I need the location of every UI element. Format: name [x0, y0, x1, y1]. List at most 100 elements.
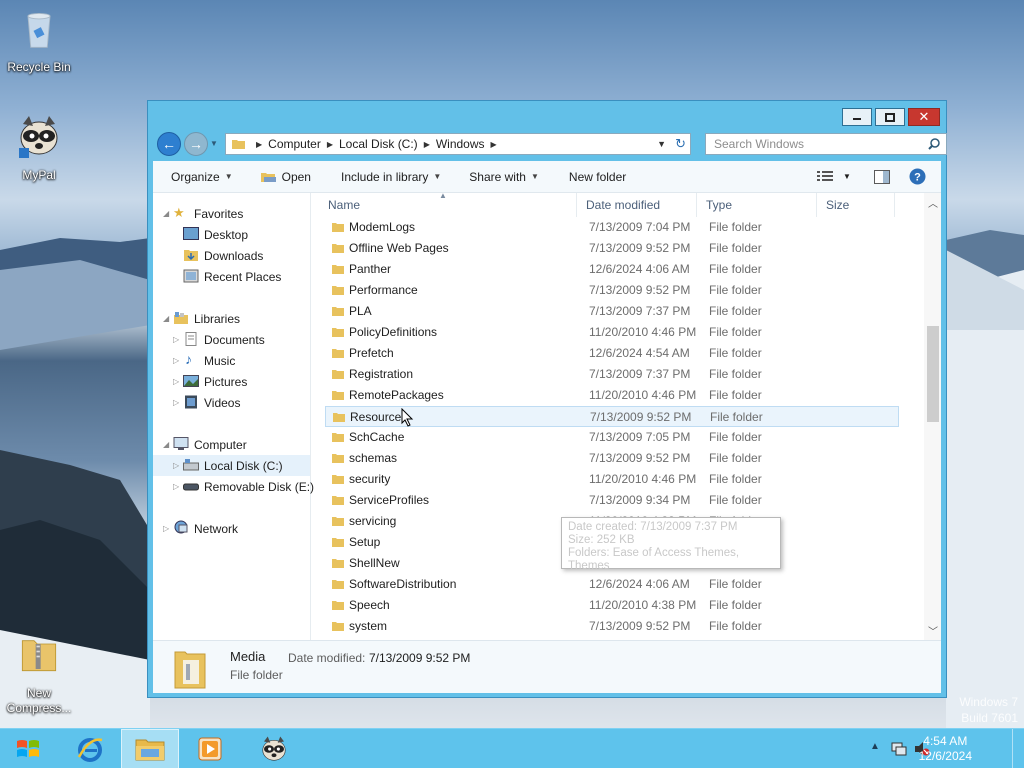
file-name: Registration: [349, 367, 414, 381]
preview-pane-icon[interactable]: [874, 170, 890, 184]
nav-network[interactable]: ▷ Network: [153, 518, 310, 539]
show-hidden-icons-icon[interactable]: ▲: [870, 741, 880, 752]
folder-icon: [332, 496, 344, 505]
file-name: SoftwareDistribution: [349, 577, 457, 591]
column-type-label: Type: [706, 198, 733, 212]
column-header-date-modified[interactable]: Date modified: [577, 193, 697, 217]
new-folder-button[interactable]: New folder: [569, 170, 626, 184]
taskbar-media-player[interactable]: [181, 729, 239, 768]
file-row[interactable]: SoftwareDistribution 12/6/2024 4:06 AM Fil…: [325, 574, 899, 595]
nav-libraries[interactable]: ◢ Libraries: [153, 308, 310, 329]
file-row[interactable]: system 7/13/2009 9:52 PM File folder: [325, 616, 899, 637]
recent-pages-dropdown[interactable]: ▼: [210, 139, 218, 148]
file-type: File folder: [709, 283, 762, 297]
folder-icon: [332, 244, 344, 253]
nav-computer[interactable]: ◢ Computer: [153, 434, 310, 455]
breadcrumb-computer[interactable]: Computer: [268, 137, 321, 151]
scrollbar-thumb[interactable]: [927, 326, 939, 422]
taskbar-windows-explorer[interactable]: [121, 729, 179, 768]
nav-downloads[interactable]: Downloads: [153, 245, 310, 266]
new-compressed-folder-desktop-icon[interactable]: New Compress...: [1, 630, 77, 716]
file-row[interactable]: ModemLogs 7/13/2009 7:04 PM File folder: [325, 217, 899, 238]
nav-music[interactable]: ▷ ♪ Music: [153, 350, 310, 371]
file-date-modified: 7/13/2009 9:52 PM: [589, 619, 691, 633]
file-row[interactable]: Performance 7/13/2009 9:52 PM File folder: [325, 280, 899, 301]
network-icon: [174, 520, 188, 534]
file-row[interactable]: RemotePackages 11/20/2010 4:46 PM File fol…: [325, 385, 899, 406]
file-row[interactable]: Offline Web Pages 7/13/2009 9:52 PM File f…: [325, 238, 899, 259]
file-date-modified: 7/13/2009 9:52 PM: [589, 451, 691, 465]
file-name: ModemLogs: [349, 220, 416, 234]
show-desktop-button[interactable]: [1012, 729, 1024, 768]
file-date-modified: 11/20/2010 4:46 PM: [589, 472, 697, 486]
forward-arrow-icon: →: [189, 136, 203, 152]
organize-button[interactable]: Organize ▼: [171, 170, 233, 184]
nav-documents[interactable]: ▷ Documents: [153, 329, 310, 350]
breadcrumb-windows[interactable]: Windows: [436, 137, 485, 151]
folder-icon: [332, 370, 344, 379]
network-status-icon[interactable]: [891, 741, 907, 757]
search-input[interactable]: Search Windows: [705, 133, 947, 155]
nav-recent-places[interactable]: Recent Places: [153, 266, 310, 287]
file-row[interactable]: PLA 7/13/2009 7:37 PM File folder: [325, 301, 899, 322]
system-clock[interactable]: 4:54 AM 12/6/2024: [919, 734, 972, 764]
nav-local-disk[interactable]: ▷ Local Disk (C:): [153, 455, 310, 476]
forward-button[interactable]: →: [184, 132, 208, 156]
raccoon-mypal-icon: [19, 116, 58, 158]
start-button[interactable]: [0, 729, 56, 768]
nav-favorites[interactable]: ◢ ★ Favorites: [153, 203, 310, 224]
address-dropdown-icon[interactable]: ▼: [657, 139, 666, 149]
file-row[interactable]: ServiceProfiles 7/13/2009 9:34 PM File fol…: [325, 490, 899, 511]
file-row[interactable]: Prefetch 12/6/2024 4:54 AM File folder: [325, 343, 899, 364]
file-row[interactable]: PolicyDefinitions 11/20/2010 4:46 PM File …: [325, 322, 899, 343]
taskbar-mypal[interactable]: [245, 729, 303, 768]
nav-pictures[interactable]: ▷ Pictures: [153, 371, 310, 392]
scroll-down-icon[interactable]: ﹀: [928, 623, 938, 638]
taskbar-internet-explorer[interactable]: [61, 729, 119, 768]
file-row[interactable]: Speech 11/20/2010 4:38 PM File folder: [325, 595, 899, 616]
file-row[interactable]: Registration 7/13/2009 7:37 PM File folder: [325, 364, 899, 385]
folder-icon: [332, 433, 344, 442]
column-header-name[interactable]: Name ▲: [319, 191, 577, 217]
address-bar[interactable]: ▶ Computer ▶ Local Disk (C:) ▶ Windows ▶…: [225, 133, 691, 155]
close-button[interactable]: ✕: [908, 108, 940, 126]
mypal-desktop-icon[interactable]: MyPal: [1, 112, 77, 183]
back-button[interactable]: ←: [157, 132, 181, 156]
file-date-modified: 7/13/2009 7:04 PM: [589, 220, 691, 234]
nav-videos-label: Videos: [204, 395, 241, 410]
nav-removable-disk[interactable]: ▷ Removable Disk (E:): [153, 476, 314, 497]
zip-folder-icon: [21, 640, 57, 672]
recycle-bin-desktop-icon[interactable]: Recycle Bin: [1, 6, 77, 75]
watermark-os: Windows 7: [959, 695, 1018, 709]
minimize-button[interactable]: [842, 108, 872, 126]
share-with-button[interactable]: Share with ▼: [469, 170, 539, 184]
open-button[interactable]: Open: [260, 170, 311, 184]
downloads-icon: [184, 250, 198, 261]
recent-places-icon: [183, 269, 199, 283]
file-row[interactable]: Panther 12/6/2024 4:06 AM File folder: [325, 259, 899, 280]
file-name: ShellNew: [349, 556, 400, 570]
collapse-arrow-icon: ◢: [163, 440, 170, 449]
file-row[interactable]: schemas 7/13/2009 9:52 PM File folder: [325, 448, 899, 469]
explorer-body: ◢ ★ Favorites Desktop Downloads Recent P…: [153, 191, 941, 640]
column-date-label: Date modified: [586, 198, 661, 212]
internet-explorer-icon: [77, 738, 103, 762]
clock-date: 12/6/2024: [918, 749, 972, 763]
help-icon[interactable]: ?: [909, 168, 926, 185]
file-row[interactable]: SchCache 7/13/2009 7:05 PM File folder: [325, 427, 899, 448]
refresh-icon[interactable]: ↻: [675, 136, 686, 152]
file-date-modified: 7/13/2009 7:37 PM: [589, 367, 691, 381]
maximize-icon: [885, 112, 895, 122]
details-name: Media: [230, 649, 266, 664]
breadcrumb-local-disk[interactable]: Local Disk (C:): [339, 137, 418, 151]
nav-videos[interactable]: ▷ Videos: [153, 392, 310, 413]
file-row[interactable]: security 11/20/2010 4:46 PM File folder: [325, 469, 899, 490]
column-header-type[interactable]: Type: [697, 193, 817, 217]
scroll-up-icon[interactable]: ︿: [928, 195, 938, 210]
maximize-button[interactable]: [875, 108, 905, 126]
nav-desktop[interactable]: Desktop: [153, 224, 310, 245]
change-view-button[interactable]: ▼: [817, 170, 851, 182]
column-header-size[interactable]: Size: [817, 193, 895, 217]
vertical-scrollbar[interactable]: ︿ ﹀: [924, 193, 941, 640]
include-in-library-button[interactable]: Include in library ▼: [341, 170, 441, 184]
